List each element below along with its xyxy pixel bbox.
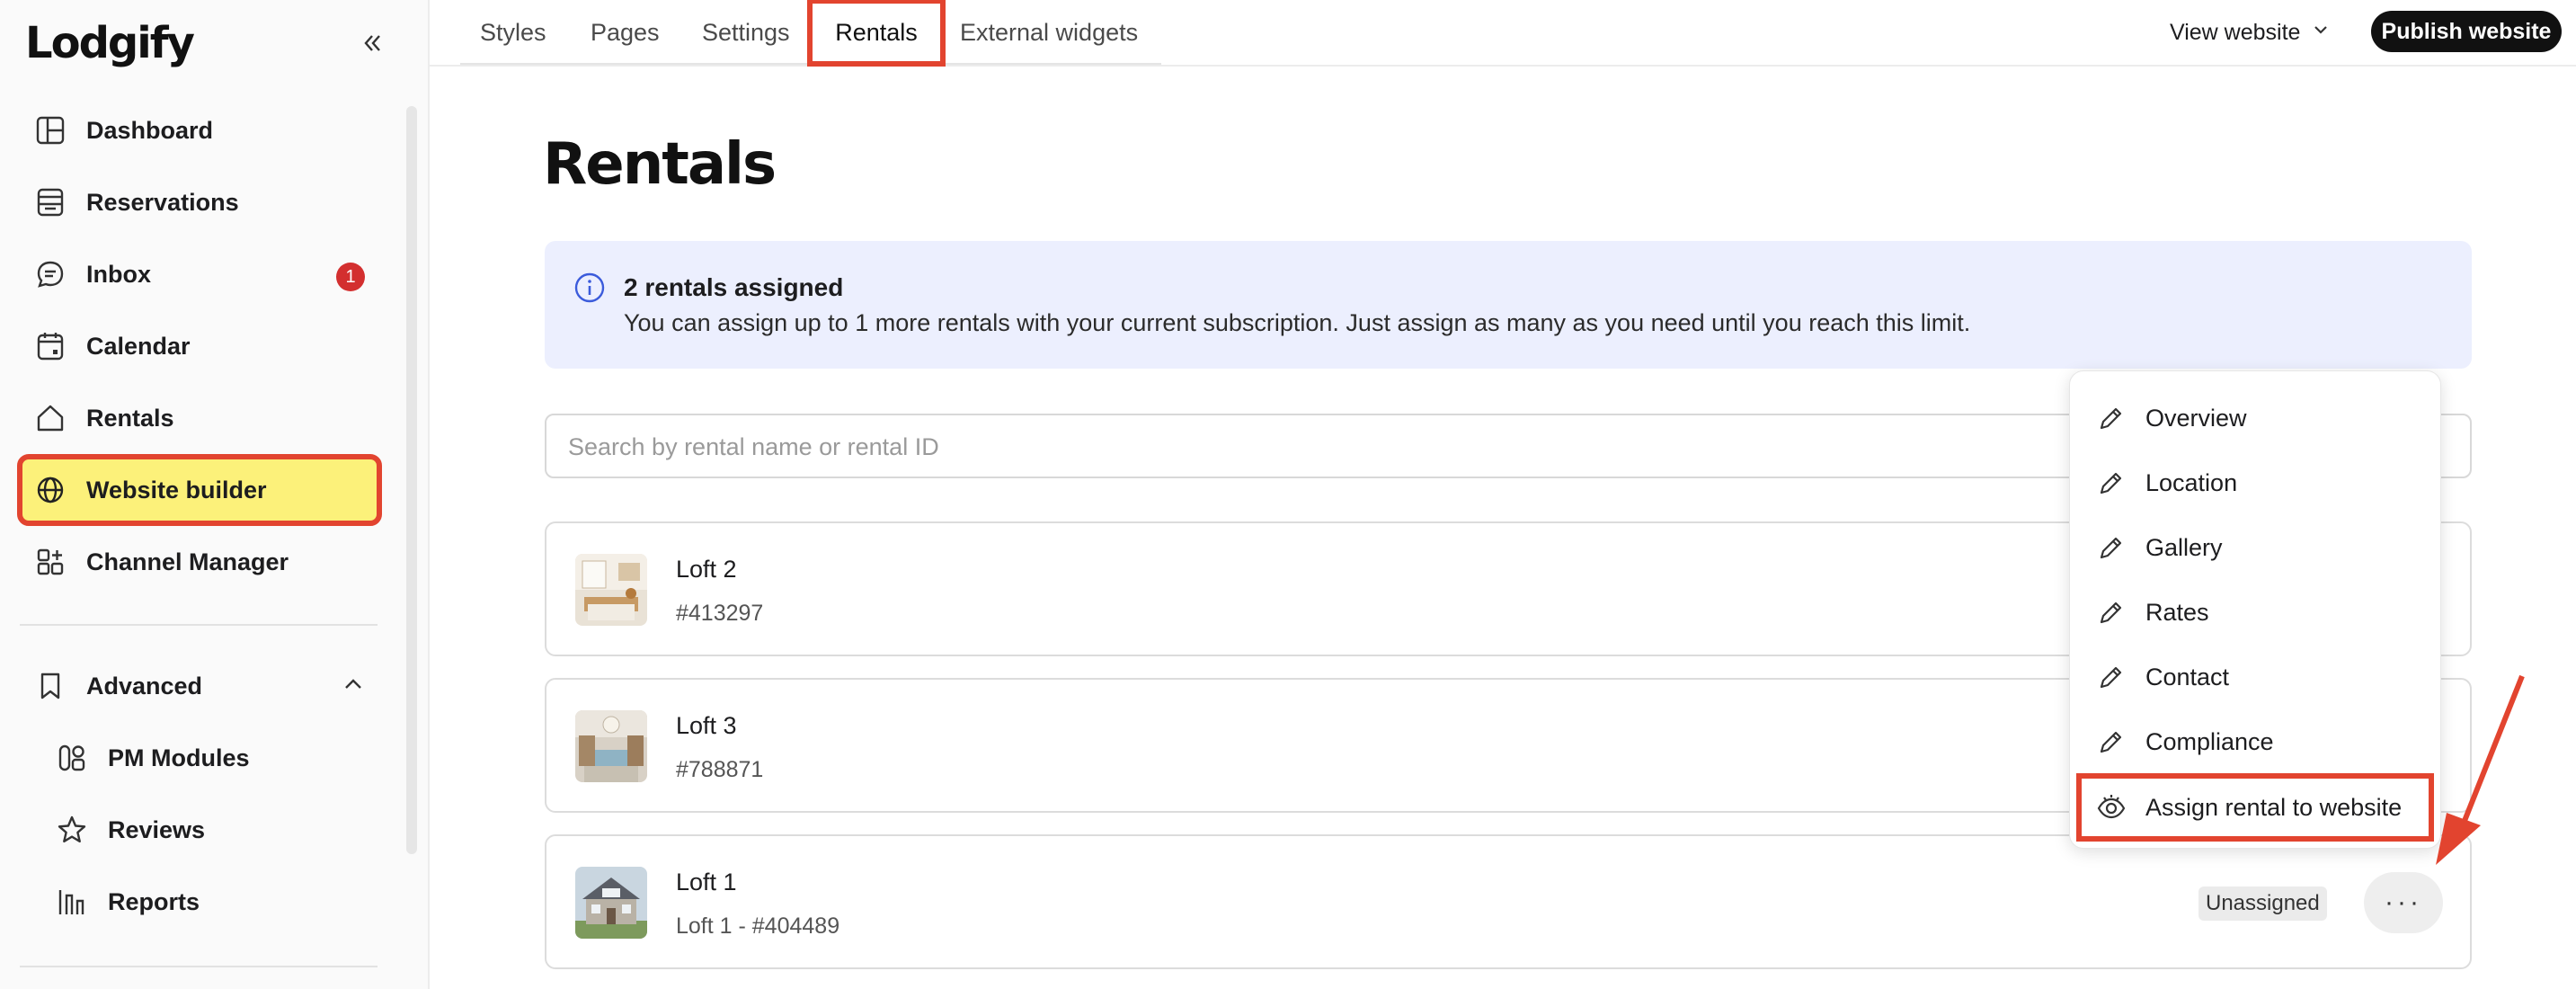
rental-id: Loft 1 - #404489	[676, 913, 840, 939]
info-icon	[573, 272, 606, 308]
rental-id: #788871	[676, 757, 764, 782]
menu-item-assign-rental-to-website[interactable]: Assign rental to website	[2076, 773, 2434, 842]
calendar-icon	[32, 328, 68, 364]
view-website-dropdown[interactable]: View website	[2170, 14, 2331, 50]
modules-icon	[54, 740, 90, 776]
rental-name[interactable]: Loft 1	[676, 869, 737, 896]
menu-item-rates[interactable]: Rates	[2095, 587, 2428, 637]
menu-item-label: Rates	[2145, 598, 2209, 626]
layout-icon	[32, 112, 68, 148]
lodgify-logo[interactable]: Lodgify	[25, 18, 195, 68]
sidebar-divider	[20, 966, 378, 967]
more-options-button[interactable]: ···	[2364, 872, 2443, 933]
menu-item-label: Contact	[2145, 663, 2230, 691]
sidebar-item-label: Calendar	[86, 332, 191, 360]
sidebar-item-pm-modules[interactable]: PM Modules	[22, 726, 378, 789]
pencil-icon	[2095, 726, 2127, 758]
eye-icon	[2095, 791, 2127, 824]
tab-pages[interactable]: Pages	[591, 0, 660, 65]
menu-item-contact[interactable]: Contact	[2095, 652, 2428, 702]
sidebar: Lodgify Dashboard Reservations Inbox 1 C…	[0, 0, 430, 989]
menu-item-label: Overview	[2145, 404, 2247, 432]
reports-icon	[54, 884, 90, 920]
menu-item-label: Compliance	[2145, 727, 2274, 755]
rental-thumbnail	[575, 710, 647, 782]
menu-item-label: Gallery	[2145, 533, 2223, 561]
sidebar-item-label: Rentals	[86, 404, 174, 432]
sidebar-item-calendar[interactable]: Calendar	[22, 315, 378, 378]
home-icon	[32, 400, 68, 436]
sidebar-scrollbar[interactable]	[406, 106, 417, 854]
collapse-sidebar-icon[interactable]	[354, 25, 390, 61]
menu-item-gallery[interactable]: Gallery	[2095, 522, 2428, 573]
unread-badge: 1	[336, 263, 365, 291]
rental-thumbnail	[575, 867, 647, 939]
search-input[interactable]	[568, 430, 2186, 464]
rental-name[interactable]: Loft 3	[676, 712, 737, 740]
info-text: You can assign up to 1 more rentals with…	[624, 309, 1971, 336]
rental-card-loft-1[interactable]: Loft 1 Loft 1 - #404489 Unassigned ···	[545, 834, 2472, 969]
tab-settings[interactable]: Settings	[702, 0, 790, 65]
rental-thumbnail	[575, 554, 647, 626]
sidebar-section-advanced[interactable]: Advanced	[22, 655, 378, 717]
sidebar-item-channel-manager[interactable]: Channel Manager	[22, 530, 378, 593]
channels-icon	[32, 544, 68, 580]
sidebar-item-label: Reservations	[86, 188, 239, 216]
rental-name[interactable]: Loft 2	[676, 556, 737, 584]
sidebar-item-rentals[interactable]: Rentals	[22, 387, 378, 450]
menu-item-location[interactable]: Location	[2095, 458, 2428, 508]
tab-rentals[interactable]: Rentals	[807, 0, 946, 67]
sidebar-item-label: Website builder	[86, 476, 267, 503]
menu-item-compliance[interactable]: Compliance	[2095, 717, 2428, 767]
view-website-label: View website	[2170, 19, 2301, 45]
menu-item-label: Assign rental to website	[2145, 793, 2403, 821]
globe-icon	[32, 472, 68, 508]
info-heading: 2 rentals assigned	[624, 273, 844, 301]
sidebar-item-label: Inbox	[86, 260, 151, 288]
menu-item-overview[interactable]: Overview	[2095, 393, 2428, 443]
sidebar-section-label: Advanced	[86, 672, 203, 699]
sidebar-item-label: Reports	[108, 887, 200, 915]
sidebar-divider	[20, 624, 378, 626]
pencil-icon	[2095, 531, 2127, 564]
sidebar-item-label: Reviews	[108, 815, 206, 843]
publish-website-button[interactable]: Publish website	[2371, 11, 2562, 52]
chat-icon	[32, 256, 68, 292]
pencil-icon	[2095, 467, 2127, 499]
pencil-icon	[2095, 402, 2127, 434]
info-banner: 2 rentals assigned You can assign up to …	[545, 241, 2472, 369]
tab-styles[interactable]: Styles	[480, 0, 546, 65]
sidebar-item-reservations[interactable]: Reservations	[22, 171, 378, 234]
chevron-up-icon[interactable]	[340, 671, 367, 702]
sidebar-item-inbox[interactable]: Inbox 1	[22, 243, 378, 306]
page-title: Rentals	[543, 131, 777, 198]
sidebar-item-website-builder[interactable]: Website builder	[17, 454, 382, 526]
chevron-down-icon	[2311, 20, 2331, 46]
sidebar-item-dashboard[interactable]: Dashboard	[22, 99, 378, 162]
pencil-icon	[2095, 661, 2127, 693]
pencil-icon	[2095, 596, 2127, 628]
bookmark-icon	[32, 668, 68, 704]
sidebar-item-label: PM Modules	[108, 744, 250, 771]
rental-id: #413297	[676, 601, 764, 626]
rental-context-menu: Overview Location Gallery Rates Contact …	[2069, 370, 2441, 849]
reservations-icon	[32, 184, 68, 220]
status-badge: Unassigned	[2198, 887, 2327, 921]
sidebar-item-label: Channel Manager	[86, 548, 289, 575]
sidebar-item-reviews[interactable]: Reviews	[22, 798, 378, 861]
sidebar-item-reports[interactable]: Reports	[22, 870, 378, 933]
menu-item-label: Location	[2145, 468, 2238, 496]
tab-external-widgets[interactable]: External widgets	[960, 0, 1138, 65]
star-icon	[54, 812, 90, 848]
sidebar-item-label: Dashboard	[86, 116, 214, 144]
